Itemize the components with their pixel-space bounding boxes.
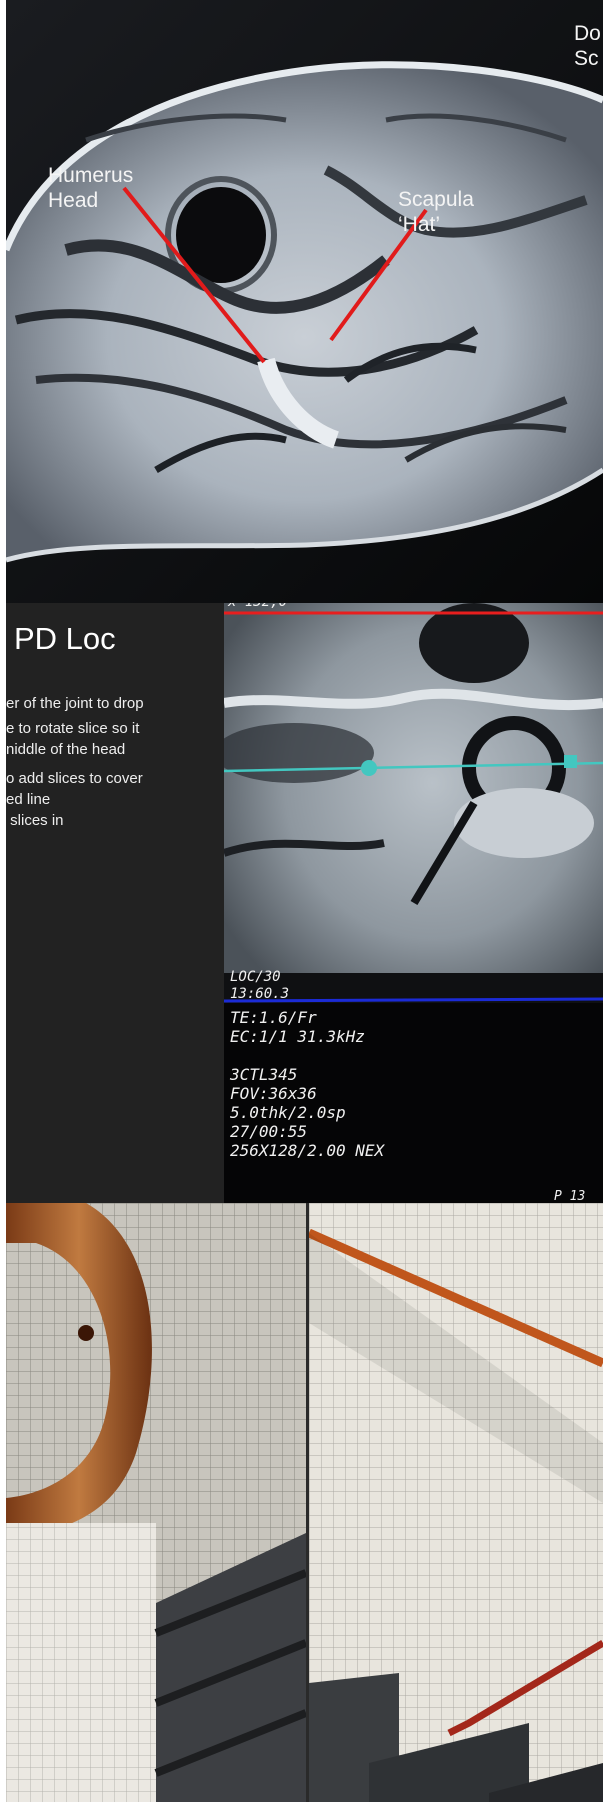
scapula-hat-label: Scapula ‘Hat’ <box>398 188 474 236</box>
staircase-right-graphic <box>309 1203 603 1802</box>
console-line-7: 5.0thk/2.0sp <box>230 1103 346 1122</box>
cropped-corner-label: Do Sc <box>574 22 601 70</box>
console-corner-text: P 13 <box>554 1189 586 1203</box>
slice-handle-circle <box>361 760 377 776</box>
staircase-photo-right <box>309 1203 603 1802</box>
scanner-screen-photo: x 132,0 LOC/30 13:60.3 TE:1.6/Fr EC:1/1 … <box>224 603 603 1203</box>
mri-annotated-image: Humerus Head Scapula ‘Hat’ Do Sc <box>6 0 603 603</box>
console-line-5: 3CTL345 <box>230 1065 298 1084</box>
mri-scan-graphic <box>6 0 603 603</box>
humerus-head-label: Humerus Head <box>48 164 134 212</box>
slide-bullet-3: o add slices to cover ed line slices in <box>6 770 143 829</box>
staircase-left-graphic <box>6 1203 306 1802</box>
slide-bullet-2: e to rotate slice so it niddle of the he… <box>6 720 140 758</box>
console-line-8: 27/00:55 <box>230 1122 308 1141</box>
slide-bullet-1: er of the joint to drop <box>6 695 144 712</box>
slice-handle-square <box>564 755 577 768</box>
slide-title: PD Loc <box>14 621 116 656</box>
console-line-9: 256X128/2.00 NEX <box>230 1141 385 1160</box>
console-line-6: FOV:36x36 <box>230 1084 317 1103</box>
console-line-1: 13:60.3 <box>230 986 290 1002</box>
staircase-photo-left <box>6 1203 306 1802</box>
console-line-2: TE:1.6/Fr <box>230 1008 317 1027</box>
slide-instructions: PD Loc er of the joint to drop e to rota… <box>6 603 224 1203</box>
scanner-top-text: x 132,0 <box>228 603 287 612</box>
console-line-3: EC:1/1 31.3kHz <box>230 1027 365 1046</box>
